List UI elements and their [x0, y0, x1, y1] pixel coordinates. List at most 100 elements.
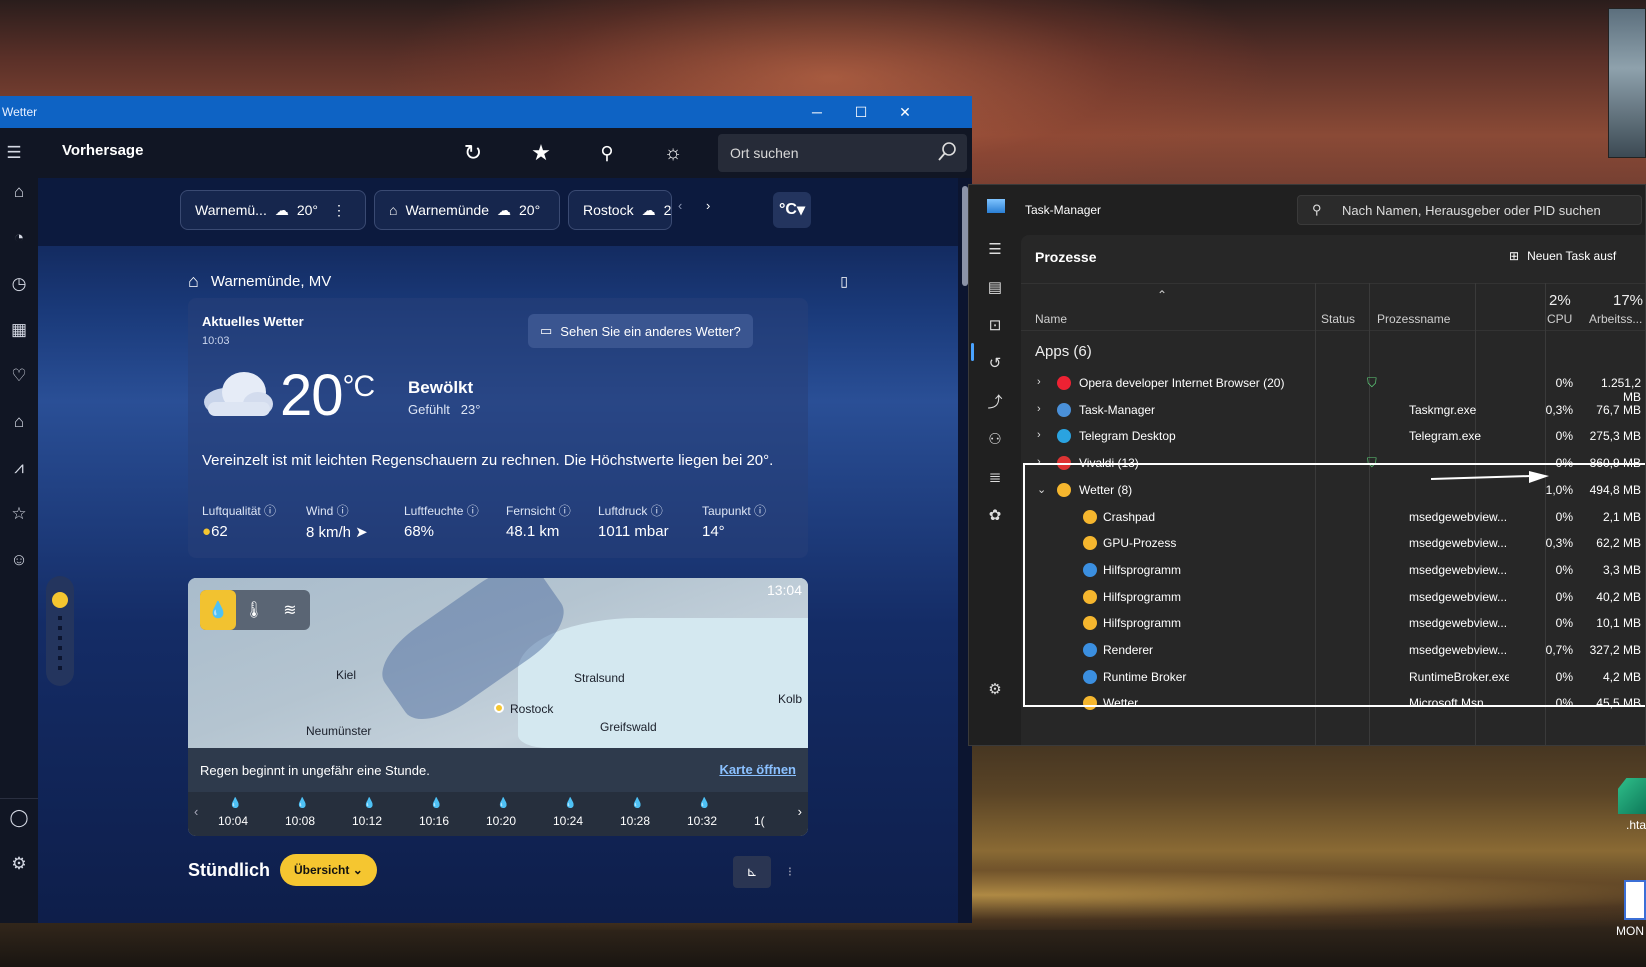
hamburger-menu-icon[interactable]: ☰ [0, 139, 28, 167]
process-row[interactable]: › Opera developer Internet Browser (20) 0%… [1021, 371, 1645, 404]
precipitation-drop-icon[interactable]: 💧 [200, 590, 236, 630]
radar-map[interactable]: Kiel Stralsund Rostock Neumünster Greifs… [188, 578, 808, 836]
timeline-tick[interactable]: 10:08 [285, 814, 315, 828]
wind-icon[interactable]: ≋ [272, 590, 308, 630]
timeline-tick[interactable]: 10:20 [486, 814, 516, 828]
desktop-icon-hta[interactable]: .hta [1612, 778, 1646, 848]
services-icon[interactable]: ✿ [981, 501, 1009, 529]
details-icon[interactable]: ≣ [981, 463, 1009, 491]
pin-icon[interactable]: ⚲ [594, 140, 620, 166]
search-icon: ⚲ [1312, 202, 1322, 217]
theme-sun-icon[interactable]: ☼ [660, 140, 686, 166]
timeline-tick[interactable]: 10:28 [620, 814, 650, 828]
close-button[interactable]: ✕ [882, 96, 928, 128]
feedback-button[interactable]: ▭ Sehen Sie ein anderes Wetter? [528, 314, 753, 348]
search-placeholder: Ort suchen [730, 145, 799, 161]
settings-gear-icon[interactable]: ⚙ [5, 850, 33, 878]
open-map-link[interactable]: Karte öffnen [719, 762, 796, 777]
column-process-name[interactable]: Prozessname [1377, 312, 1450, 326]
health-icon[interactable]: ♡ [5, 362, 33, 390]
chevron-left-icon[interactable]: ‹ [194, 804, 198, 819]
task-manager-titlebar[interactable]: Task-Manager ⚲ Nach Namen, Herausgeber od… [969, 185, 1645, 235]
home-icon[interactable]: ⌂ [5, 178, 33, 206]
location-chip[interactable]: Warnemü... ☁ 20° ⋮ [180, 190, 366, 230]
weather-titlebar[interactable]: Wetter ─ ☐ ✕ [0, 96, 972, 128]
home-icon: ⌂ [188, 270, 199, 291]
expand-chevron-icon[interactable]: › [1037, 403, 1041, 415]
desktop-icon-mon[interactable]: MON [1616, 880, 1646, 952]
map-timeline[interactable]: ‹ › 💧 10:04 💧 10:08 💧 10:12 💧 10:16 💧 10:20 💧… [188, 792, 808, 836]
emoji-icon[interactable]: ☺ [5, 546, 33, 574]
column-cpu[interactable]: CPU [1547, 312, 1572, 326]
account-icon[interactable]: ◯ [5, 804, 33, 832]
unit-label: °C [779, 201, 797, 218]
process-memory: 76,7 MB [1596, 402, 1641, 417]
clock-icon[interactable]: ◷ [5, 270, 33, 298]
more-options-icon[interactable]: ⋮ [332, 202, 346, 219]
timeline-tick[interactable]: 10:12 [352, 814, 382, 828]
refresh-icon[interactable]: ↻ [460, 140, 486, 166]
performance-icon[interactable]: ⊡ [981, 311, 1009, 339]
timeline-tick[interactable]: 10:24 [553, 814, 583, 828]
phone-icon[interactable]: ▯ [840, 273, 848, 290]
minimize-button[interactable]: ─ [794, 96, 840, 128]
overview-dropdown[interactable]: Übersicht ⌄ [280, 854, 377, 886]
list-view-icon[interactable]: ⁝ [771, 856, 809, 888]
map-city-label: Neumünster [306, 724, 372, 738]
metric-air-quality[interactable]: Luftqualität ⓘ ●62 [202, 502, 276, 540]
feedback-label: Sehen Sie ein anderes Wetter? [560, 323, 741, 339]
chip-temp: 20° [296, 202, 319, 218]
maximize-button[interactable]: ☐ [838, 96, 884, 128]
map-layer-tools: 💧 🌡 ≋ [200, 590, 310, 630]
timeline-scrubber[interactable] [46, 576, 74, 686]
users-icon[interactable]: ⚇ [981, 425, 1009, 453]
new-task-button[interactable]: ⊞ Neuen Task ausf [1509, 249, 1616, 263]
favorite-star-icon[interactable]: ★ [528, 140, 554, 166]
expand-chevron-icon[interactable]: › [1037, 376, 1041, 388]
location-chip[interactable]: Rostock ☁ 20 [568, 190, 672, 230]
startup-apps-icon[interactable]: ⤴ [981, 387, 1009, 415]
app-history-icon[interactable]: ↺ [981, 349, 1009, 377]
chart-view-icon[interactable]: ⊾ [733, 856, 771, 888]
column-memory[interactable]: Arbeitss... [1589, 312, 1642, 326]
cloud-icon [204, 372, 273, 416]
metric-dewpoint[interactable]: Taupunkt ⓘ 14° [702, 502, 766, 540]
process-search-input[interactable]: ⚲ Nach Namen, Herausgeber oder PID suchen [1297, 195, 1642, 225]
processes-icon[interactable]: ▤ [981, 273, 1009, 301]
search-icon[interactable] [935, 140, 959, 164]
house-icon[interactable]: ⌂ [5, 408, 33, 436]
metric-pressure[interactable]: Luftdruck ⓘ 1011 mbar [598, 502, 669, 540]
chevron-right-icon[interactable]: › [798, 804, 802, 819]
forecast-icon[interactable]: ◔ [5, 224, 33, 252]
timeline-tick[interactable]: 10:32 [687, 814, 717, 828]
process-row[interactable]: › Task-Manager Taskmgr.exe 0,3% 76,7 MB [1021, 398, 1645, 424]
temperature-thermometer-icon[interactable]: 🌡 [236, 590, 272, 630]
trends-chart-icon[interactable]: ⩘ [5, 454, 33, 482]
map-city-label: Kiel [336, 668, 357, 682]
column-status[interactable]: Status [1321, 312, 1355, 326]
calendar-icon[interactable]: ▦ [5, 316, 33, 344]
chevron-left-icon[interactable]: ‹ [678, 198, 682, 213]
current-weather-card: Aktuelles Wetter 10:03 ▭ Sehen Sie ein an… [188, 298, 808, 558]
favorites-icon[interactable]: ☆ [5, 500, 33, 528]
settings-gear-icon[interactable]: ⚙ [981, 675, 1009, 703]
process-row[interactable]: › Telegram Desktop Telegram.exe 0% 275,3 MB [1021, 424, 1645, 450]
metric-wind[interactable]: Wind ⓘ 8 km/h ➤ [306, 502, 368, 541]
weather-window: Wetter ─ ☐ ✕ ☰ Vorhersage ↻ ★ ⚲ ☼ Ort su… [0, 96, 972, 923]
chevron-right-icon[interactable]: › [706, 198, 710, 213]
hamburger-menu-icon[interactable]: ☰ [981, 235, 1009, 263]
metric-visibility[interactable]: Fernsicht ⓘ 48.1 km [506, 502, 571, 540]
timeline-tick[interactable]: 1( [754, 814, 765, 828]
location-chip-home[interactable]: ⌂ Warnemünde ☁ 20° [374, 190, 560, 230]
location-search-input[interactable]: Ort suchen [718, 134, 967, 172]
timeline-tick[interactable]: 10:04 [218, 814, 248, 828]
column-name[interactable]: Name [1035, 312, 1067, 326]
sort-caret-icon[interactable]: ⌃ [1157, 288, 1167, 302]
process-cpu: 0,3% [1545, 402, 1573, 417]
timeline-tick[interactable]: 10:16 [419, 814, 449, 828]
unit-toggle-button[interactable]: °C ▾ [773, 192, 811, 228]
chip-temp: 20 [663, 202, 672, 218]
expand-chevron-icon[interactable]: › [1037, 429, 1041, 441]
metric-humidity[interactable]: Luftfeuchte ⓘ 68% [404, 502, 479, 540]
background-window-thumbnail[interactable] [1608, 8, 1646, 158]
